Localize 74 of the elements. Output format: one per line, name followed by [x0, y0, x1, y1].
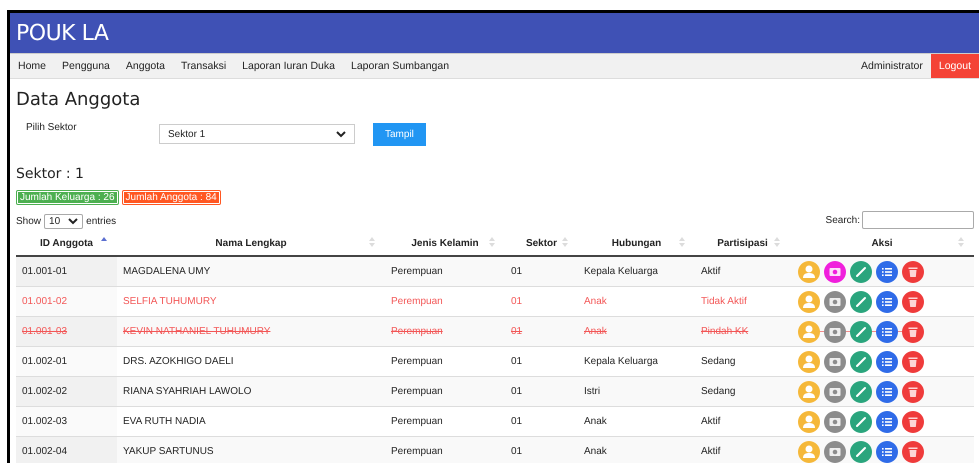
search-field[interactable]: [862, 211, 974, 229]
page-title: Data Anggota: [16, 89, 142, 110]
show-label: Show: [16, 216, 42, 227]
chevron-icon: [336, 130, 346, 138]
table-cell: 01.001-02: [16, 286, 117, 316]
app-title: POUK LA: [16, 20, 108, 46]
table-cell: 01.001-01: [16, 256, 117, 286]
profile-icon[interactable]: [798, 410, 820, 432]
trash-icon[interactable]: [902, 380, 924, 402]
camera-icon[interactable]: [824, 380, 846, 402]
table-cell: Anak: [578, 316, 695, 346]
list-icon[interactable]: [876, 260, 898, 282]
table-cell: Perempuan: [385, 436, 505, 463]
profile-icon[interactable]: [798, 350, 820, 372]
search-label: Search:: [826, 214, 860, 226]
table-cell: Perempuan: [385, 256, 505, 286]
table-cell: 01.002-01: [16, 346, 117, 376]
table-cell: 01.002-03: [16, 406, 117, 436]
table-cell: Anak: [578, 436, 695, 463]
profile-icon[interactable]: [798, 440, 820, 462]
trash-icon[interactable]: [902, 410, 924, 432]
pencil-icon[interactable]: [850, 260, 872, 282]
list-icon[interactable]: [876, 440, 898, 462]
profile-icon[interactable]: [798, 380, 820, 402]
pencil-icon[interactable]: [850, 440, 872, 462]
table-cell: 01: [505, 376, 578, 406]
table-cell: Perempuan: [385, 316, 505, 346]
nav-link[interactable]: Transaksi: [173, 54, 234, 78]
camera-icon[interactable]: [824, 440, 846, 462]
table-cell: 01: [505, 436, 578, 463]
table-cell: 01: [505, 256, 578, 286]
field-label: Pilih Sektor: [25, 122, 78, 133]
table-cell: 01.002-02: [16, 376, 117, 406]
table-cell: KEVIN NATHANIEL TUHUMURY: [117, 316, 385, 346]
chevron-icon: [68, 218, 78, 225]
entries-select[interactable]: 10: [44, 214, 84, 229]
nav-link[interactable]: Pengguna: [54, 54, 118, 78]
table-cell: YAKUP SARTUNUS: [117, 436, 385, 463]
nav-link[interactable]: Laporan Sumbangan: [342, 54, 458, 78]
trash-icon[interactable]: [902, 350, 924, 372]
profile-icon[interactable]: [798, 260, 820, 282]
table-cell: Sedang: [695, 376, 790, 406]
pencil-icon[interactable]: [850, 350, 872, 372]
entries-label: entries: [86, 216, 116, 227]
pencil-icon[interactable]: [850, 380, 872, 402]
table-cell: MAGDALENA UMY: [117, 256, 385, 286]
nav-link[interactable]: Anggota: [118, 54, 174, 78]
sector-heading: Sektor : 1: [16, 166, 85, 182]
table-cell: 01.002-04: [16, 436, 117, 463]
table-cell: Istri: [578, 376, 695, 406]
table-cell: Aktif: [695, 436, 790, 463]
camera-icon[interactable]: [824, 410, 846, 432]
table-cell: Aktif: [695, 256, 790, 286]
table-cell: 01: [505, 316, 578, 346]
sector-select[interactable]: Sektor 1: [159, 124, 355, 144]
table-cell: Perempuan: [385, 376, 505, 406]
list-icon[interactable]: [876, 380, 898, 402]
table-cell: Pindah KK: [695, 316, 790, 346]
nav-link[interactable]: Home: [10, 54, 54, 78]
count-badge: Jumlah Keluarga : 26: [16, 190, 119, 205]
count-badge: Jumlah Anggota : 84: [122, 190, 221, 205]
table-cell: 01.001-03: [16, 316, 117, 346]
pencil-icon[interactable]: [850, 410, 872, 432]
nav-link[interactable]: Laporan Iuran Duka: [234, 54, 343, 78]
trash-icon[interactable]: [902, 260, 924, 282]
list-icon[interactable]: [876, 410, 898, 432]
user-link[interactable]: Administrator: [853, 54, 931, 78]
camera-icon[interactable]: [824, 260, 846, 282]
table-cell: Kepala Keluarga: [578, 256, 695, 286]
list-icon[interactable]: [876, 350, 898, 372]
camera-icon[interactable]: [824, 350, 846, 372]
logout-button[interactable]: Logout: [930, 54, 979, 78]
trash-icon[interactable]: [902, 440, 924, 462]
table-cell: RIANA SYAHRIAH LAWOLO: [117, 376, 385, 406]
